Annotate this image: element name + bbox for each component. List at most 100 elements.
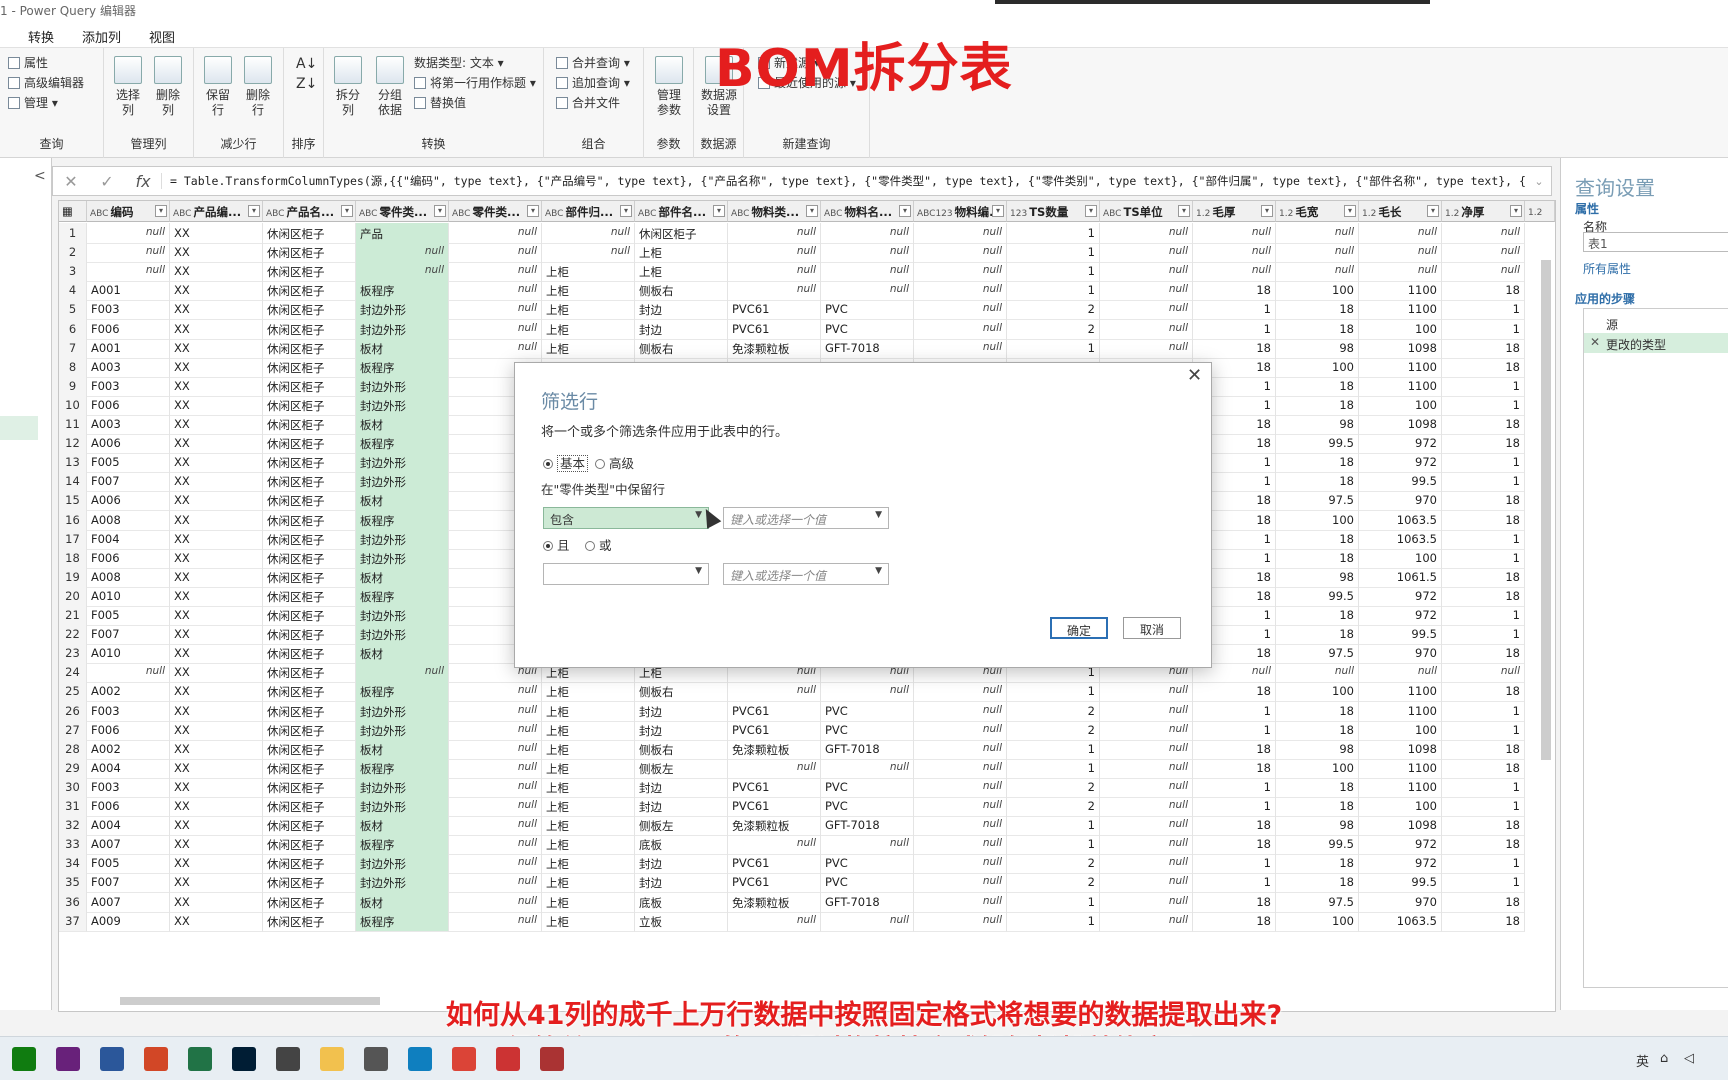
table-cell[interactable]: 18 xyxy=(1276,796,1359,817)
table-cell[interactable]: 封边外形 xyxy=(356,547,449,569)
table-cell[interactable]: F005 xyxy=(87,605,170,626)
table-cell[interactable]: 98 xyxy=(1276,337,1359,359)
table-cell[interactable]: PVC61 xyxy=(728,719,821,741)
table-cell[interactable]: XX xyxy=(170,585,263,607)
cancel-icon[interactable]: ✕ xyxy=(53,172,89,191)
table-cell[interactable]: 1 xyxy=(1007,280,1100,302)
table-cell[interactable]: XX xyxy=(170,700,263,722)
calculator-icon[interactable] xyxy=(364,1047,388,1071)
table-cell[interactable]: 侧板右 xyxy=(635,681,728,703)
delete-step-icon[interactable]: ✕ xyxy=(1590,335,1600,349)
table-cell[interactable]: GFT-7018 xyxy=(821,891,914,913)
table-cell[interactable]: 18 xyxy=(1276,719,1359,741)
row-number[interactable]: 28 xyxy=(59,738,87,760)
table-cell[interactable]: 休闲区柜子 xyxy=(263,776,356,798)
table-cell[interactable]: 封边外形 xyxy=(356,471,449,493)
column-header[interactable]: ABC 部件名... ▾ xyxy=(635,201,728,222)
table-cell[interactable]: 板材 xyxy=(356,891,449,913)
table-cell[interactable]: PVC61 xyxy=(728,299,821,321)
table-cell[interactable]: 封边外形 xyxy=(356,853,449,875)
table-cell[interactable]: 972 xyxy=(1359,853,1442,875)
table-cell[interactable]: 上柜 xyxy=(542,910,635,932)
table-cell[interactable]: 18 xyxy=(1193,757,1276,779)
table-cell[interactable]: 休闲区柜子 xyxy=(263,738,356,760)
table-cell[interactable]: 免漆颗粒板 xyxy=(728,815,821,837)
table-cell[interactable]: XX xyxy=(170,490,263,512)
column-header[interactable]: ABC 产品名... ▾ xyxy=(263,201,356,222)
table-cell[interactable]: 休闲区柜子 xyxy=(263,700,356,722)
table-cell[interactable]: null xyxy=(87,662,170,684)
table-cell[interactable]: 1 xyxy=(1007,261,1100,283)
row-number[interactable]: 15 xyxy=(59,490,87,512)
table-cell[interactable]: F003 xyxy=(87,299,170,321)
row-number[interactable]: 14 xyxy=(59,471,87,493)
row-number[interactable]: 3 xyxy=(59,261,87,283)
table-cell[interactable]: 972 xyxy=(1359,585,1442,607)
table-cell[interactable]: XX xyxy=(170,643,263,665)
table-cell[interactable]: 1 xyxy=(1442,605,1525,626)
table-cell[interactable]: XX xyxy=(170,356,263,378)
column-header[interactable]: ABC 编码 ▾ xyxy=(87,201,170,222)
table-cell[interactable]: 970 xyxy=(1359,891,1442,913)
table-cell[interactable]: PVC xyxy=(821,872,914,894)
table-cell[interactable]: 1 xyxy=(1007,681,1100,703)
table-cell[interactable]: 18 xyxy=(1276,318,1359,340)
table-cell[interactable]: 1 xyxy=(1007,337,1100,359)
table-cell[interactable]: null xyxy=(1276,261,1359,283)
filter-dropdown-icon[interactable]: ▾ xyxy=(1261,205,1273,217)
table-cell[interactable]: 板程序 xyxy=(356,356,449,378)
type-icon[interactable]: 1.2 xyxy=(1279,209,1293,219)
table-cell[interactable]: A007 xyxy=(87,834,170,856)
table-cell[interactable]: 2 xyxy=(1007,776,1100,798)
table-cell[interactable]: 封边外形 xyxy=(356,605,449,626)
table-cell[interactable]: 2 xyxy=(1007,318,1100,340)
table-cell[interactable]: 侧板右 xyxy=(635,337,728,359)
table-cell[interactable]: 1 xyxy=(1007,910,1100,932)
table-cell[interactable]: 封边 xyxy=(635,796,728,817)
row-number[interactable]: 12 xyxy=(59,433,87,455)
table-cell[interactable]: XX xyxy=(170,891,263,913)
table-cell[interactable]: 1 xyxy=(1193,318,1276,340)
type-icon[interactable]: ABC xyxy=(824,209,842,219)
table-cell[interactable]: 18 xyxy=(1442,891,1525,913)
table-cell[interactable]: null xyxy=(1100,757,1193,779)
table-cell[interactable]: PVC61 xyxy=(728,872,821,894)
table-cell[interactable]: F006 xyxy=(87,318,170,340)
filter-dropdown-icon[interactable]: ▾ xyxy=(620,205,632,217)
table-cell[interactable]: 18 xyxy=(1442,280,1525,302)
table-cell[interactable]: null xyxy=(1276,223,1359,244)
table-cell[interactable]: 免漆颗粒板 xyxy=(728,738,821,760)
table-cell[interactable]: 封边外形 xyxy=(356,700,449,722)
filter-dropdown-icon[interactable]: ▾ xyxy=(992,205,1004,217)
table-cell[interactable]: 100 xyxy=(1359,318,1442,340)
table-cell[interactable]: null xyxy=(1193,242,1276,264)
row-number[interactable]: 11 xyxy=(59,414,87,435)
radio-or[interactable]: 或 xyxy=(585,535,612,554)
table-cell[interactable]: 上柜 xyxy=(542,738,635,760)
table-cell[interactable]: A007 xyxy=(87,891,170,913)
row-number[interactable]: 7 xyxy=(59,337,87,359)
table-cell[interactable]: 1 xyxy=(1442,547,1525,569)
type-icon[interactable]: ABC xyxy=(90,209,108,219)
table-cell[interactable]: 1 xyxy=(1442,796,1525,817)
xbox-icon[interactable] xyxy=(12,1047,36,1071)
table-row[interactable]: 36 A007 XX 休闲区柜子 板材 null 上柜 底板 免漆颗粒板 GFT-7018 null… xyxy=(59,891,1555,913)
table-cell[interactable]: 休闲区柜子 xyxy=(263,566,356,588)
type-icon[interactable]: ABC xyxy=(173,209,191,219)
table-cell[interactable]: XX xyxy=(170,796,263,817)
table-cell[interactable]: 1 xyxy=(1442,853,1525,875)
table-cell[interactable]: 99.5 xyxy=(1359,471,1442,493)
all-properties-link[interactable]: 所有属性 xyxy=(1583,260,1631,277)
table-cell[interactable]: null xyxy=(449,299,542,321)
table-cell[interactable]: PVC61 xyxy=(728,700,821,722)
row-number[interactable]: 4 xyxy=(59,280,87,302)
menu-tab-view[interactable]: 视图 xyxy=(135,20,189,47)
table-cell[interactable]: 18 xyxy=(1276,700,1359,722)
table-cell[interactable]: 休闲区柜子 xyxy=(263,299,356,321)
column-header[interactable]: 1.2 毛宽 ▾ xyxy=(1276,201,1359,222)
table-cell[interactable]: 97.5 xyxy=(1276,643,1359,665)
table-cell[interactable]: null xyxy=(542,242,635,264)
table-cell[interactable]: null xyxy=(821,261,914,283)
table-cell[interactable]: 上柜 xyxy=(542,261,635,283)
table-cell[interactable]: 休闲区柜子 xyxy=(263,433,356,455)
